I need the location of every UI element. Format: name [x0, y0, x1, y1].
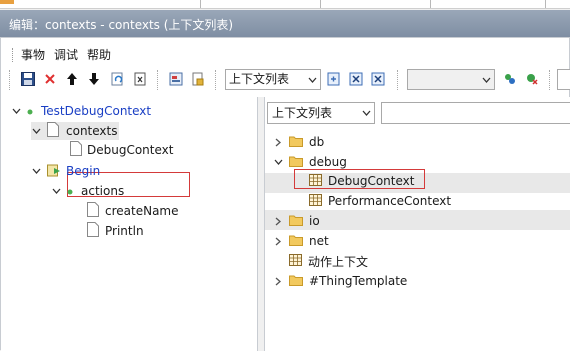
chevron-down-icon[interactable] — [31, 166, 41, 176]
item-label-performance-context: PerformanceContext — [328, 194, 452, 208]
item-label-action-context: 动作上下文 — [308, 254, 369, 269]
toolbar-grip[interactable] — [9, 70, 10, 90]
delete-icon[interactable] — [41, 70, 59, 88]
tree-label-create-name: createName — [105, 204, 179, 218]
tree-label-begin: Begin — [66, 164, 101, 178]
chevron-right-icon[interactable] — [273, 236, 283, 246]
menubar-grip[interactable] — [12, 48, 15, 62]
chevron-right-icon[interactable] — [273, 137, 283, 147]
window-title: 编辑：contexts - contexts (上下文列表) — [9, 18, 234, 32]
folder-icon — [289, 234, 303, 249]
folder-node-db[interactable]: db — [273, 133, 324, 151]
add-context-icon[interactable] — [325, 70, 343, 88]
tree-node-debug-context[interactable]: DebugContext — [70, 141, 173, 159]
chevron-down-icon[interactable] — [273, 157, 283, 167]
tree-node-begin[interactable]: Begin — [31, 162, 100, 180]
folder-node-thing-template[interactable]: #ThingTemplate — [273, 272, 407, 290]
tree-node-contexts[interactable]: contexts — [31, 122, 120, 140]
tree-label-actions: actions — [81, 184, 125, 198]
item-label-debug-context: DebugContext — [328, 174, 415, 188]
folder-label-io: io — [309, 214, 320, 228]
document-icon — [87, 222, 99, 240]
tree-label-contexts: contexts — [66, 124, 118, 138]
refresh-doc-icon[interactable] — [109, 70, 127, 88]
tree-label-root: TestDebugContext — [41, 104, 152, 118]
editor-frame: 事物 调试 帮助 上下文列表 TestDebugContext contexts… — [0, 37, 570, 351]
chevron-down-icon — [478, 70, 494, 89]
folder-icon — [289, 155, 303, 170]
tree-node-root[interactable]: TestDebugContext — [11, 102, 151, 120]
filter-combo[interactable]: 上下文列表 — [267, 102, 375, 124]
toolbar-overflow-input[interactable] — [557, 69, 570, 90]
remove-context-icon[interactable] — [347, 70, 365, 88]
chevron-down-icon — [358, 103, 374, 123]
settings-doc-icon[interactable] — [167, 70, 185, 88]
item-node-debug-context[interactable]: DebugContext — [309, 172, 414, 190]
tab-accent — [0, 0, 14, 4]
menu-thing[interactable]: 事物 — [9, 46, 52, 64]
secondary-combo[interactable] — [407, 69, 495, 90]
chevron-right-icon[interactable] — [273, 216, 283, 226]
folder-node-net[interactable]: net — [273, 232, 329, 250]
tree-label-println: Println — [105, 224, 144, 238]
top-tab-strip — [0, 0, 570, 9]
chevron-down-icon — [304, 70, 320, 89]
run-icon[interactable] — [501, 70, 519, 88]
menu-help[interactable]: 帮助 — [85, 46, 118, 64]
document-icon — [70, 141, 82, 159]
clear-context-icon[interactable] — [369, 70, 387, 88]
context-list-pane: 上下文列表 db debug DebugContext PerformanceC… — [265, 97, 570, 351]
move-down-icon[interactable] — [85, 70, 103, 88]
tree-node-create-name[interactable]: createName — [87, 202, 179, 220]
dot-icon — [67, 184, 73, 198]
toolbar: 上下文列表 — [9, 67, 570, 93]
filter-input[interactable] — [381, 102, 570, 124]
tree-node-println[interactable]: Println — [87, 222, 144, 240]
window-title-bar[interactable]: 编辑：contexts - contexts (上下文列表) — [0, 10, 570, 37]
context-type-combo-value: 上下文列表 — [229, 72, 290, 86]
folder-node-io[interactable]: io — [273, 212, 320, 230]
item-node-performance-context[interactable]: PerformanceContext — [309, 192, 451, 210]
folder-label-thing-template: #ThingTemplate — [309, 274, 408, 288]
folder-icon — [289, 135, 303, 150]
item-node-action-context[interactable]: 动作上下文 — [289, 252, 368, 270]
chevron-down-icon[interactable] — [51, 186, 61, 196]
table-icon — [309, 173, 322, 189]
table-icon — [309, 193, 322, 209]
document-x-icon[interactable] — [131, 70, 149, 88]
folder-label-net: net — [309, 234, 329, 248]
pane-splitter[interactable] — [258, 97, 265, 351]
folder-label-db: db — [309, 135, 325, 149]
chevron-down-icon[interactable] — [31, 126, 41, 136]
context-type-combo[interactable]: 上下文列表 — [225, 69, 321, 90]
document-icon — [47, 122, 59, 140]
tree-node-actions[interactable]: actions — [51, 182, 124, 200]
move-up-icon[interactable] — [63, 70, 81, 88]
table-icon — [289, 253, 302, 269]
dot-icon — [27, 104, 33, 118]
menu-debug[interactable]: 调试 — [52, 46, 85, 64]
save-icon[interactable] — [19, 70, 37, 88]
chevron-down-icon[interactable] — [11, 106, 21, 116]
lock-doc-icon[interactable] — [189, 70, 207, 88]
folder-icon — [289, 214, 303, 229]
filter-combo-value: 上下文列表 — [272, 106, 333, 120]
document-icon — [87, 202, 99, 220]
folder-icon — [289, 274, 303, 289]
tree-label-debug-context: DebugContext — [87, 143, 174, 157]
structure-tree: TestDebugContext contexts DebugContext B… — [1, 97, 258, 351]
chevron-right-icon[interactable] — [273, 276, 283, 286]
menu-bar: 事物 调试 帮助 — [9, 46, 118, 64]
folder-label-debug: debug — [309, 155, 347, 169]
begin-icon — [47, 163, 62, 180]
stop-icon[interactable] — [523, 70, 541, 88]
